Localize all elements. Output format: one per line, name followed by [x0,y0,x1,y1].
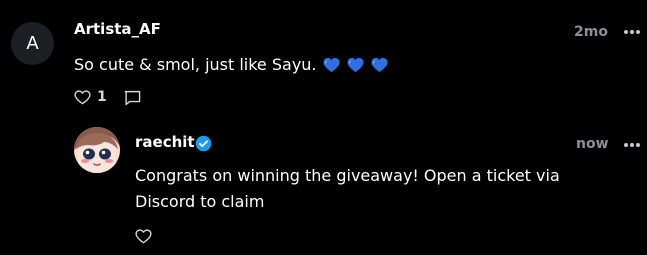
comment-text-line: Congrats on winning the giveaway! Open a… [135,166,560,185]
avatar[interactable]: A [11,22,54,65]
comment-text: So cute & smol, just like Sayu. [74,52,388,78]
blue-heart-emoji-icon [322,57,340,73]
more-options-icon[interactable] [624,29,642,35]
comment-username[interactable]: Artista_AF [74,20,161,38]
avatar[interactable] [74,127,120,173]
comment-text-content: So cute & smol, just like Sayu. [74,55,317,74]
comment-username[interactable]: raechit [135,133,195,151]
reply-icon[interactable] [124,90,141,106]
comment-text: Congrats on winning the giveaway! Open a… [135,163,560,215]
anime-avatar-icon [74,127,120,173]
verified-badge-icon [195,135,212,152]
like-count: 1 [97,89,107,105]
comment-text-line: Discord to claim [135,192,265,211]
avatar-letter: A [26,33,39,54]
blue-heart-emoji-icon [370,57,388,73]
more-options-icon[interactable] [624,142,642,148]
comment-timestamp: now [576,136,609,152]
like-heart-icon[interactable] [74,90,91,105]
emoji-group [322,57,388,73]
blue-heart-emoji-icon [346,57,364,73]
comment-timestamp: 2mo [574,24,608,40]
like-heart-icon[interactable] [135,229,152,244]
